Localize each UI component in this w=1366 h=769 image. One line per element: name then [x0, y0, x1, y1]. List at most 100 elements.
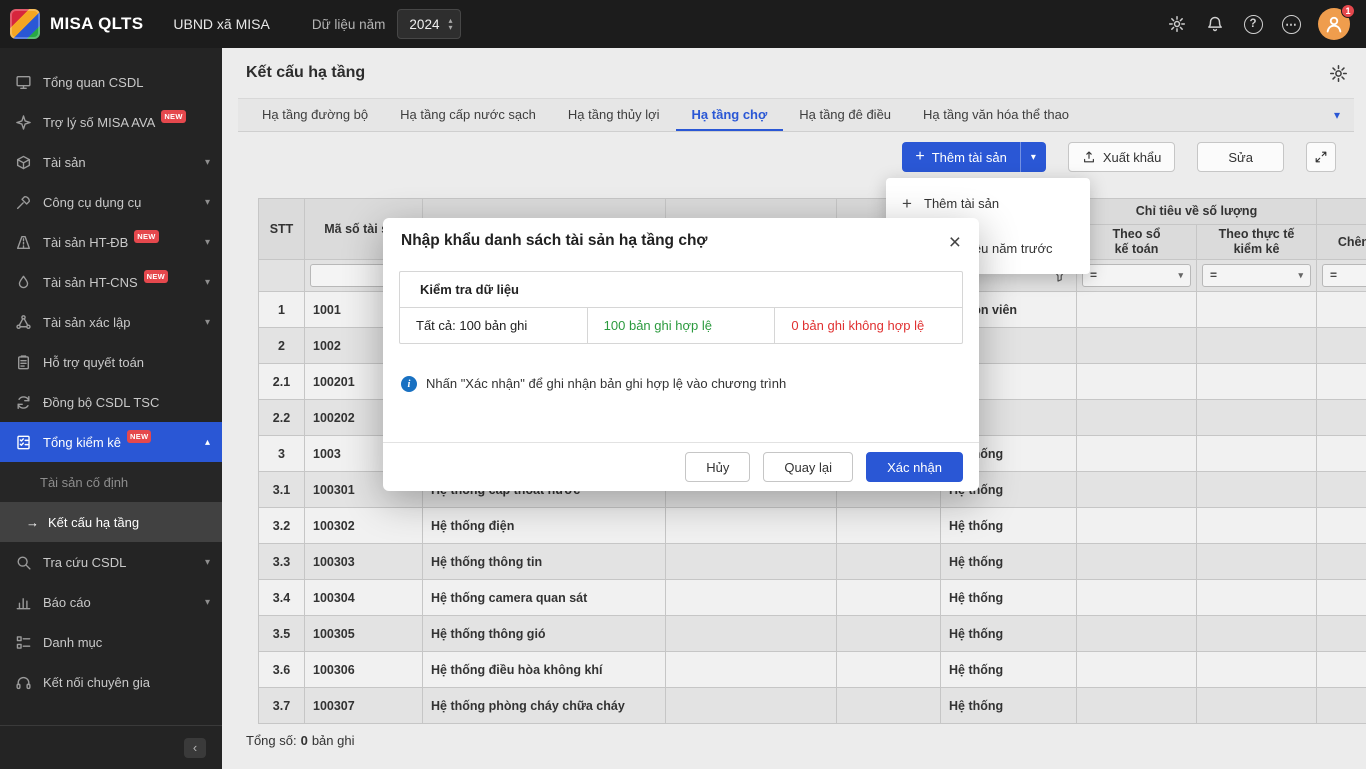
- sparkle-icon: [15, 114, 32, 131]
- chevron-down-icon: ▾: [205, 157, 210, 168]
- filter-operator-qty-actual[interactable]: =▾: [1202, 264, 1311, 287]
- expand-fullscreen-button[interactable]: [1306, 142, 1336, 172]
- sidebar: Tổng quan CSDL Trợ lý số MISA AVA NEW Tài s…: [0, 48, 222, 769]
- year-stepper-icon[interactable]: ▴▾: [448, 17, 452, 31]
- sidebar-item-label: Tổng quan CSDL: [43, 75, 143, 90]
- info-icon: i: [401, 376, 417, 392]
- sidebar-menu: Tổng quan CSDL Trợ lý số MISA AVA NEW Tài s…: [0, 62, 222, 725]
- back-button[interactable]: Quay lại: [763, 452, 853, 482]
- edit-button[interactable]: Sửa: [1197, 142, 1284, 172]
- page-title: Kết cấu hạ tầng: [246, 64, 365, 82]
- sidebar-item-tai-san[interactable]: Tài sản ▾: [0, 142, 222, 182]
- col-qty-book: Theo sổ kế toán: [1077, 225, 1197, 260]
- sidebar-subitem-ket-cau-ha-tang[interactable]: → Kết cấu hạ tầng: [0, 502, 222, 542]
- tools-icon: [15, 194, 32, 211]
- sidebar-item-tai-san-ht-db[interactable]: Tài sản HT-ĐBNEW▾: [0, 222, 222, 262]
- chevron-down-icon: ▾: [205, 197, 210, 208]
- table-row[interactable]: 3.3100303Hệ thống thông tinHệ thống: [259, 544, 1366, 580]
- sidebar-item-dong-bo-csdl-tsc[interactable]: Đồng bộ CSDL TSC: [0, 382, 222, 422]
- sidebar-item-tai-san-xac-lap[interactable]: Tài sản xác lập ▾: [0, 302, 222, 342]
- sidebar-item-tong-kiem-ke[interactable]: Tổng kiểm kêNEW▴: [0, 422, 222, 462]
- chevron-down-icon: ▾: [205, 317, 210, 328]
- expand-icon: [1314, 150, 1328, 164]
- notifications-bell-icon[interactable]: [1198, 7, 1232, 41]
- user-avatar[interactable]: 1: [1318, 8, 1350, 40]
- sidebar-item-label: Danh mục: [43, 635, 102, 650]
- modal-footer: Hủy Quay lại Xác nhận: [383, 442, 979, 491]
- sidebar-item-ket-noi-chuyen-gia[interactable]: Kết nối chuyên gia: [0, 662, 222, 702]
- sidebar-item-tro-ly-so-misa-ava[interactable]: Trợ lý số MISA AVA NEW: [0, 102, 222, 142]
- sidebar-subitem-label: Kết cấu hạ tầng: [48, 515, 139, 530]
- summary-valid: 100 bản ghi hợp lệ: [587, 308, 775, 343]
- table-row[interactable]: 3.4100304Hệ thống camera quan sátHệ thốn…: [259, 580, 1366, 616]
- export-button[interactable]: Xuất khẩu: [1068, 142, 1176, 172]
- connect-icon: [15, 674, 32, 691]
- sidebar-item-tong-quan-csdl[interactable]: Tổng quan CSDL: [0, 62, 222, 102]
- confirm-button[interactable]: Xác nhận: [866, 452, 963, 482]
- sidebar-item-label: Tra cứu CSDL: [43, 555, 126, 570]
- tab-0[interactable]: Hạ tầng đường bộ: [246, 99, 384, 131]
- sidebar-item-danh-muc[interactable]: Danh mục: [0, 622, 222, 662]
- sidebar-item-label: Tài sản xác lập: [43, 315, 130, 330]
- tab-4[interactable]: Hạ tầng đê điều: [783, 99, 907, 131]
- new-badge: NEW: [161, 110, 185, 123]
- notification-badge: 1: [1341, 4, 1355, 18]
- chevron-down-icon: ▾: [205, 237, 210, 248]
- search-icon: [15, 554, 32, 571]
- table-row[interactable]: 3.6100306Hệ thống điều hòa không khíHệ t…: [259, 652, 1366, 688]
- sidebar-item-label: Trợ lý số MISA AVA: [43, 115, 155, 130]
- col-diff-group: [1317, 199, 1366, 225]
- page-header: Kết cấu hạ tầng: [222, 48, 1366, 98]
- sidebar-item-cong-cu-dung-cu[interactable]: Công cụ dụng cụ▾: [0, 182, 222, 222]
- check-table-header: Kiểm tra dữ liệu: [400, 272, 962, 308]
- sidebar-subitem-tai-san-co-dinh[interactable]: Tài sản cố định: [0, 462, 222, 502]
- table-row[interactable]: 3.5100305Hệ thống thông gióHệ thống: [259, 616, 1366, 652]
- sidebar-item-label: Báo cáo: [43, 595, 91, 610]
- col-stt: STT: [259, 199, 305, 260]
- help-icon[interactable]: ?: [1236, 7, 1270, 41]
- add-asset-dropdown-caret[interactable]: ▾: [1020, 142, 1046, 172]
- category-icon: [15, 634, 32, 651]
- data-check-table: Kiểm tra dữ liệu Tất cả: 100 bản ghi 100…: [399, 271, 963, 344]
- plus-icon: +: [915, 148, 924, 166]
- chevron-down-icon: ▾: [205, 557, 210, 568]
- tabbar-tabs: Hạ tầng đường bộHạ tầng cấp nước sạchHạ …: [246, 99, 1085, 131]
- add-asset-split-button: + Thêm tài sản ▾: [902, 142, 1046, 172]
- app-window: MISA QLTS UBND xã MISA Dữ liệu năm 2024 …: [0, 0, 1366, 769]
- tab-1[interactable]: Hạ tầng cấp nước sạch: [384, 99, 552, 131]
- filter-operator-qty-book[interactable]: =▾: [1082, 264, 1191, 287]
- close-icon[interactable]: ×: [947, 232, 963, 253]
- filter-operator-diff[interactable]: =▾: [1322, 264, 1366, 287]
- add-asset-button[interactable]: + Thêm tài sản: [902, 142, 1020, 172]
- record-total: Tổng số:0bản ghi: [246, 733, 1366, 748]
- sidebar-item-label: Kết nối chuyên gia: [43, 675, 150, 690]
- tab-3[interactable]: Hạ tầng chợ: [676, 99, 784, 131]
- road-icon: [15, 234, 32, 251]
- sidebar-item-tra-cuu-csdl[interactable]: Tra cứu CSDL ▾: [0, 542, 222, 582]
- sidebar-item-tai-san-ht-cns[interactable]: Tài sản HT-CNSNEW▾: [0, 262, 222, 302]
- misa-logo: [10, 9, 40, 39]
- report-icon: [15, 594, 32, 611]
- sidebar-item-ho-tro-quyet-toan[interactable]: Hỗ trợ quyết toán: [0, 342, 222, 382]
- tab-5[interactable]: Hạ tầng văn hóa thể thao: [907, 99, 1085, 131]
- chevron-down-icon: ▾: [205, 277, 210, 288]
- table-row[interactable]: 3.7100307Hệ thống phòng cháy chữa cháyHệ…: [259, 688, 1366, 724]
- tabs-overflow-chevron-icon[interactable]: ▾: [1334, 108, 1340, 122]
- year-select[interactable]: 2024 ▴▾: [397, 9, 461, 39]
- settings-gear-icon[interactable]: [1160, 7, 1194, 41]
- dashboard-icon: [15, 74, 32, 91]
- page-settings-gear-icon[interactable]: [1329, 64, 1348, 83]
- tab-2[interactable]: Hạ tầng thủy lợi: [552, 99, 676, 131]
- active-item-arrow-icon: →: [26, 515, 39, 530]
- sidebar-item-label: Tài sản: [43, 155, 86, 170]
- modal-note: i Nhấn "Xác nhận" để ghi nhận bản ghi hợ…: [401, 376, 961, 392]
- sidebar-item-bao-cao[interactable]: Báo cáo▾: [0, 582, 222, 622]
- export-icon: [1082, 150, 1096, 164]
- sidebar-subitem-label: Tài sản cố định: [40, 475, 128, 490]
- sidebar-item-label: Hỗ trợ quyết toán: [43, 355, 144, 370]
- sidebar-collapse-button[interactable]: ‹: [184, 738, 206, 758]
- cancel-button[interactable]: Hủy: [685, 452, 750, 482]
- sync-icon: [15, 394, 32, 411]
- table-row[interactable]: 3.2100302Hệ thống điệnHệ thống: [259, 508, 1366, 544]
- more-options-icon[interactable]: ⋯: [1274, 7, 1308, 41]
